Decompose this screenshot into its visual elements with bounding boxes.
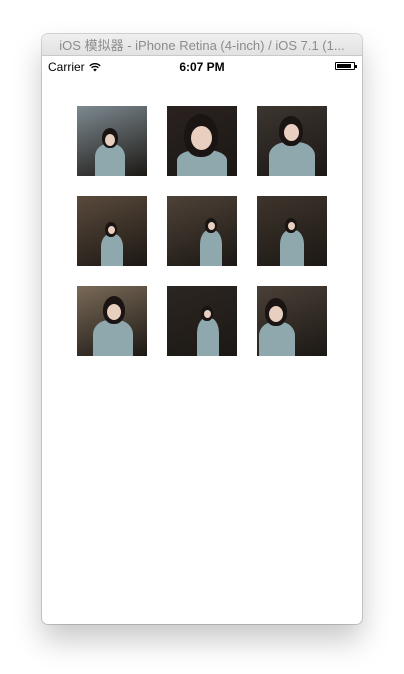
window-titlebar[interactable]: iOS 模拟器 - iPhone Retina (4-inch) / iOS 7… (42, 34, 362, 56)
photo-thumbnail[interactable] (257, 196, 327, 266)
photo-person-face (269, 306, 283, 322)
photo-person-face (288, 222, 295, 230)
photo-person-face (107, 304, 121, 320)
photo-person-body (197, 318, 219, 356)
photo-thumbnail[interactable] (167, 196, 237, 266)
photo-person-body (280, 230, 304, 266)
photo-person-face (208, 222, 215, 230)
simulator-window: iOS 模拟器 - iPhone Retina (4-inch) / iOS 7… (42, 34, 362, 624)
photo-grid (77, 106, 327, 356)
photo-thumbnail[interactable] (257, 286, 327, 356)
photo-person-body (93, 320, 133, 356)
photo-thumbnail[interactable] (167, 286, 237, 356)
photo-person-face (284, 124, 299, 141)
window-title: iOS 模拟器 - iPhone Retina (4-inch) / iOS 7… (59, 38, 345, 53)
photo-person-face (108, 226, 115, 234)
photo-person-face (105, 134, 115, 146)
photo-thumbnail[interactable] (167, 106, 237, 176)
photo-thumbnail[interactable] (77, 286, 147, 356)
photo-person-face (204, 310, 211, 318)
battery-icon (335, 62, 357, 70)
photo-person-body (269, 142, 315, 176)
photo-person-face (191, 126, 212, 150)
photo-thumbnail[interactable] (77, 196, 147, 266)
photo-person-body (101, 234, 123, 266)
status-time: 6:07 PM (179, 60, 225, 74)
photo-thumbnail[interactable] (77, 106, 147, 176)
status-bar: Carrier 6:07 PM (42, 56, 362, 76)
photo-thumbnail[interactable] (257, 106, 327, 176)
photo-person-body (259, 322, 295, 356)
battery-fill (337, 64, 351, 68)
photo-person-body (95, 144, 125, 176)
photo-person-body (200, 230, 222, 266)
